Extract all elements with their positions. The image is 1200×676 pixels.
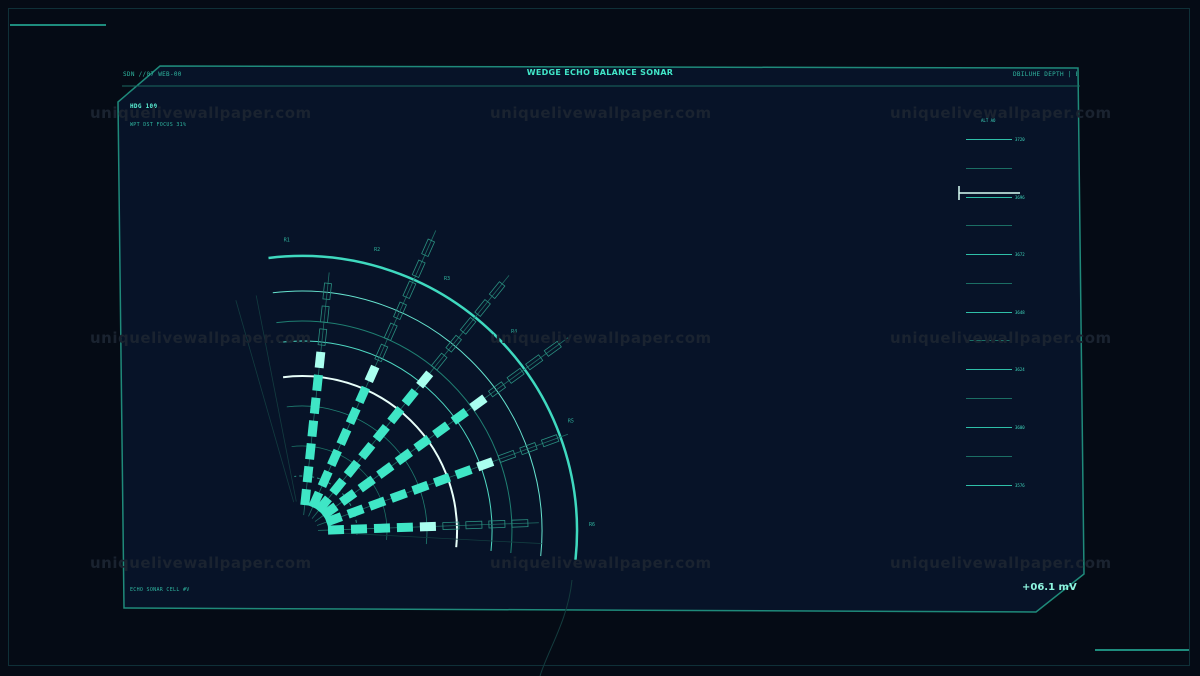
scale-tick — [966, 139, 1012, 140]
header-right-code: DBILUHE DEPTH | ECHO — [1013, 71, 1077, 78]
watermark: uniquelivewallpaper.com — [890, 554, 1112, 572]
scale-value: 3720 — [1015, 137, 1025, 142]
scale-tick — [966, 312, 1012, 313]
watermark: uniquelivewallpaper.com — [890, 104, 1112, 122]
scale-tick-minor — [966, 456, 1012, 457]
voltage-readout: +06.1 mV — [1022, 582, 1077, 593]
scale-tick — [966, 427, 1012, 428]
echo-bar-lit — [396, 522, 414, 533]
ring-label: R2 — [374, 247, 380, 253]
header-left-code: SDN //07 WEB-00 — [123, 71, 182, 78]
focus-label: WPT DST FOCUS 31% — [130, 122, 187, 128]
echo-bar-lit — [314, 351, 326, 369]
echo-bar-lit — [312, 374, 323, 392]
watermark: uniquelivewallpaper.com — [490, 554, 712, 572]
echo-bar-lit — [419, 521, 437, 532]
ring-label: R3 — [444, 276, 450, 282]
echo-bar-lit — [300, 488, 311, 506]
scale-tick — [966, 254, 1012, 255]
watermark: uniquelivewallpaper.com — [490, 104, 712, 122]
scale-tick-minor — [966, 225, 1012, 226]
watermark: uniquelivewallpaper.com — [90, 554, 312, 572]
scale-value: 3696 — [1015, 195, 1025, 200]
ring-label: R5 — [568, 418, 574, 424]
footer-label: ECHO SONAR CELL #V — [130, 587, 190, 593]
echo-bar-lit — [302, 465, 314, 483]
ring-label: R6 — [589, 522, 595, 528]
scale-value: 3600 — [1015, 425, 1025, 430]
echo-bar-lit — [307, 420, 319, 438]
watermark: uniquelivewallpaper.com — [890, 329, 1112, 347]
echo-bar-lit — [373, 523, 391, 533]
scale-value: 3624 — [1015, 367, 1025, 372]
scale-tick — [966, 369, 1012, 370]
echo-bar-lit — [305, 442, 316, 460]
scale-value: 3672 — [1015, 252, 1025, 257]
scale-value: 3648 — [1015, 310, 1025, 315]
echo-bar-lit — [327, 525, 345, 535]
scale-tick-minor — [966, 398, 1012, 399]
watermark: uniquelivewallpaper.com — [90, 329, 312, 347]
scale-value: 3576 — [1015, 483, 1025, 488]
scale-tick-minor — [966, 168, 1012, 169]
watermark: uniquelivewallpaper.com — [90, 104, 312, 122]
echo-bar-lit — [309, 397, 321, 415]
watermark: uniquelivewallpaper.com — [490, 329, 712, 347]
ring-label: R1 — [284, 237, 290, 243]
scale-tick-minor — [966, 283, 1012, 284]
panel-title: WEDGE ECHO BALANCE SONAR — [526, 68, 674, 77]
scale-tick — [966, 485, 1012, 486]
scale-tick — [966, 197, 1012, 198]
echo-bar-lit — [350, 524, 368, 534]
